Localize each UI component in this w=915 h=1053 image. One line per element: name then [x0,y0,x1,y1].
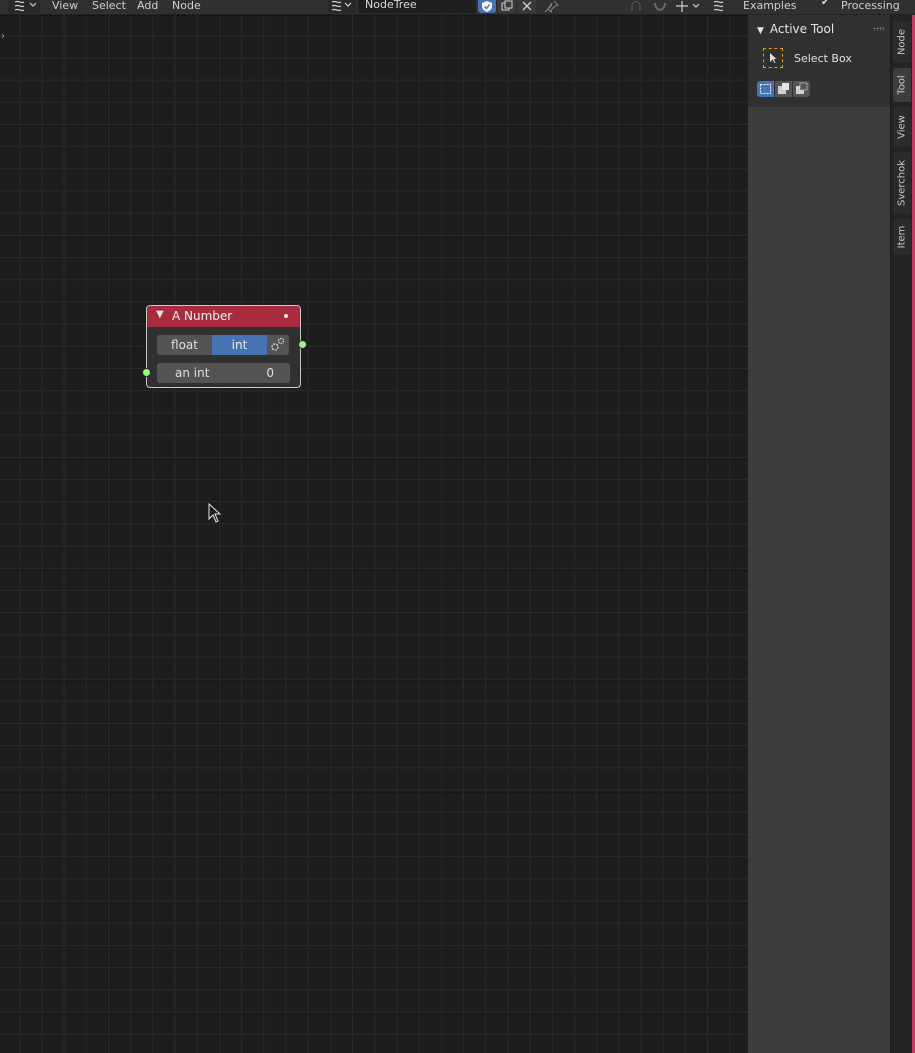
node-title: A Number [172,309,233,323]
active-tool-panel: ▼ Active Tool Select Box [748,15,890,107]
tab-tool[interactable]: Tool [893,68,911,102]
an-int-field[interactable]: an int 0 [157,363,290,383]
an-int-value: 0 [266,366,274,380]
select-new-icon [760,84,771,94]
node-tree-name-field[interactable]: NodeTree [358,0,476,13]
processing-toggle-label[interactable]: Processing [841,0,900,14]
node-editor-icon [14,0,36,12]
select-subtract-icon [796,82,808,94]
editor-type-selector[interactable] [8,0,40,13]
node-tree-name: NodeTree [365,0,417,11]
toggle-int-button[interactable]: int [212,335,267,355]
pin-icon[interactable] [544,0,560,13]
unlink-tree-button[interactable] [518,0,536,13]
mode-subtract-selection-button[interactable] [793,81,810,97]
collapse-triangle-icon[interactable]: ▼ [156,309,164,320]
selection-mode-buttons [757,81,810,97]
mouse-cursor-icon [208,503,222,523]
node-header[interactable]: ▼ A Number [147,306,300,327]
duplicate-icon [501,0,513,11]
sidebar: ▼ Active Tool Select Box [748,15,890,1053]
mode-new-selection-button[interactable] [757,81,774,97]
header-bar: View Select Add Node NodeTree Examples ✔… [0,0,915,15]
mode-extend-selection-button[interactable] [775,81,792,97]
output-socket[interactable] [298,340,307,349]
snap-icon[interactable] [652,0,668,13]
panel-title: Active Tool [769,22,835,36]
select-extend-icon [778,83,789,94]
tab-view[interactable]: View [893,107,911,147]
shield-icon [482,1,492,12]
fake-user-button[interactable] [478,0,496,13]
tab-node[interactable]: Node [893,21,911,63]
node-settings-button[interactable] [267,335,289,355]
menu-node[interactable]: Node [172,0,201,14]
menu-view[interactable]: View [52,0,78,14]
snap-element-icon[interactable] [674,0,702,13]
checkmark-icon[interactable]: ✔ [821,0,829,8]
tab-item[interactable]: Item [893,219,911,255]
node-a-number[interactable]: ▼ A Number float int an int 0 [142,305,307,388]
number-type-toggle: float int [157,335,289,355]
an-int-label: an int [175,366,210,380]
node-status-dot-icon [284,314,288,318]
tab-sverchok[interactable]: Sverchok [893,152,911,214]
toolbar-expand-arrow-icon[interactable]: › [1,31,5,42]
sverchok-icon[interactable] [712,0,728,13]
tool-name: Select Box [794,52,852,65]
gears-icon [271,337,285,351]
duplicate-tree-button[interactable] [498,0,516,13]
parent-node-tree-icon[interactable] [628,0,644,13]
examples-menu[interactable]: Examples [743,0,796,14]
menu-add[interactable]: Add [137,0,158,14]
panel-collapse-triangle-icon[interactable]: ▼ [757,26,764,36]
toggle-float-button[interactable]: float [157,335,212,355]
active-tool-panel-header[interactable]: ▼ Active Tool [757,22,834,36]
close-icon [522,1,532,11]
node-tree-icon [331,0,352,12]
tree-type-selector[interactable] [328,0,356,13]
menu-select[interactable]: Select [92,0,126,14]
select-box-tool-icon[interactable] [763,48,783,68]
node-editor-canvas[interactable]: › ▼ A Number float int an int 0 [0,15,748,1053]
input-socket[interactable] [142,368,151,377]
cursor-arrow-icon [770,53,777,63]
panel-drag-grip-icon[interactable] [873,27,884,31]
